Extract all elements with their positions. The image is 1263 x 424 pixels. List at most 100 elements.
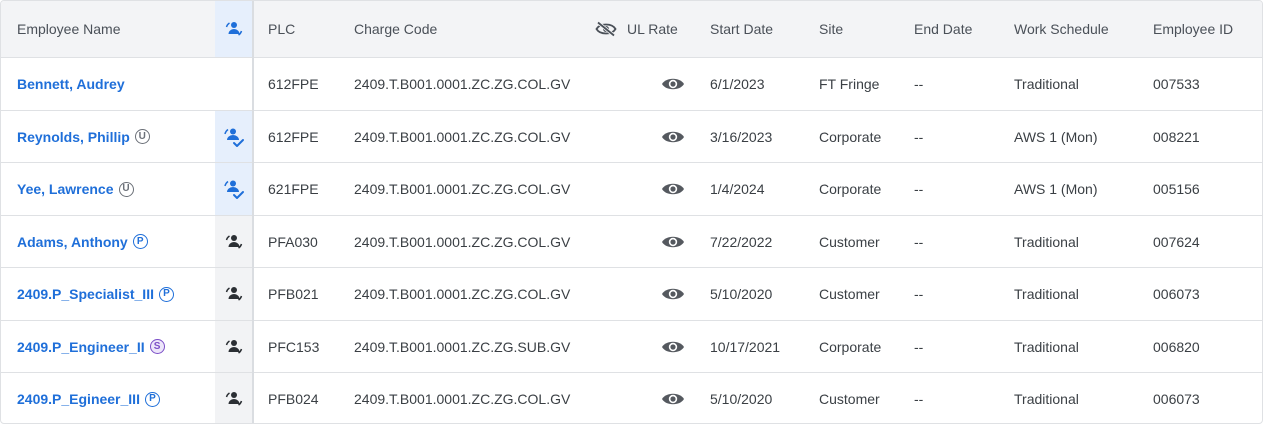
employee-name-cell: 2409.P_Specialist_III P bbox=[17, 268, 174, 320]
plc-cell: PFA030 bbox=[268, 233, 318, 250]
plc-cell: 621FPE bbox=[268, 181, 319, 197]
header-row: Employee Name PLC Charge Code UL Rate St… bbox=[1, 1, 1262, 58]
eye-icon[interactable] bbox=[661, 391, 685, 407]
eye-icon[interactable] bbox=[661, 234, 685, 250]
employee-grid: Employee Name PLC Charge Code UL Rate St… bbox=[0, 0, 1263, 424]
ul-rate-cell bbox=[595, 321, 685, 372]
person-check-icon[interactable] bbox=[223, 126, 245, 148]
header-start-date[interactable]: Start Date bbox=[710, 1, 773, 57]
eye-icon[interactable] bbox=[661, 129, 685, 145]
header-plc[interactable]: PLC bbox=[268, 1, 295, 57]
employee-id-cell: 006073 bbox=[1153, 286, 1200, 302]
header-end-date[interactable]: End Date bbox=[914, 1, 972, 57]
pinned-column-divider bbox=[252, 1, 254, 423]
table-row[interactable]: 2409.P_Engineer_II S PFC153 2409.T.B001.0… bbox=[1, 321, 1262, 373]
person-swap-icon[interactable] bbox=[224, 337, 244, 357]
header-ul-rate[interactable]: UL Rate bbox=[595, 1, 678, 57]
assign-cell[interactable] bbox=[215, 216, 252, 267]
end-date-cell: -- bbox=[914, 233, 924, 250]
status-badge: P bbox=[132, 234, 148, 249]
ul-rate-cell bbox=[595, 373, 685, 423]
assign-cell[interactable] bbox=[215, 321, 252, 372]
employee-id-cell: 005156 bbox=[1153, 181, 1200, 197]
work-schedule-cell: Traditional bbox=[1014, 233, 1079, 250]
employee-name-link[interactable]: 2409.P_Egineer_III bbox=[17, 391, 140, 407]
status-badge: U bbox=[118, 181, 134, 197]
ul-rate-cell bbox=[595, 163, 685, 215]
site-cell: Customer bbox=[819, 391, 880, 407]
assign-cell[interactable] bbox=[215, 163, 252, 215]
plc-cell: 612FPE bbox=[268, 76, 319, 92]
employee-name-link[interactable]: Adams, Anthony bbox=[17, 234, 128, 250]
charge-code-cell: 2409.T.B001.0001.ZC.ZG.SUB.GV bbox=[354, 338, 571, 355]
plc-cell: 612FPE bbox=[268, 128, 319, 145]
site-cell: Corporate bbox=[819, 338, 882, 355]
plc-cell: PFB021 bbox=[268, 286, 319, 302]
status-badge: U bbox=[134, 129, 150, 144]
charge-code-cell: 2409.T.B001.0001.ZC.ZG.COL.GV bbox=[354, 76, 571, 92]
ul-rate-cell bbox=[595, 268, 685, 320]
person-swap-icon[interactable] bbox=[224, 389, 244, 409]
table-row[interactable]: 2409.P_Egineer_III P PFB024 2409.T.B001.0… bbox=[1, 373, 1262, 423]
header-ul-rate-label: UL Rate bbox=[627, 21, 678, 37]
table-row[interactable]: 2409.P_Specialist_III P PFB021 2409.T.B00… bbox=[1, 268, 1262, 321]
person-swap-icon[interactable] bbox=[224, 232, 244, 252]
eye-icon[interactable] bbox=[661, 76, 685, 92]
site-cell: Corporate bbox=[819, 128, 882, 145]
person-swap-icon[interactable] bbox=[224, 284, 244, 304]
employee-name-link[interactable]: 2409.P_Engineer_II bbox=[17, 339, 145, 355]
table-row[interactable]: Adams, Anthony P PFA030 2409.T.B001.0001.… bbox=[1, 216, 1262, 268]
plc-cell: PFC153 bbox=[268, 338, 320, 355]
employee-id-cell: 006820 bbox=[1153, 338, 1200, 355]
plc-cell: PFB024 bbox=[268, 391, 319, 407]
employee-name-link[interactable]: Bennett, Audrey bbox=[17, 76, 125, 92]
eye-icon[interactable] bbox=[661, 339, 685, 355]
assign-cell[interactable] bbox=[215, 373, 252, 423]
employee-name-cell: Adams, Anthony P bbox=[17, 216, 148, 267]
table-row[interactable]: Reynolds, Phillip U 612FPE 2409.T.B001.00… bbox=[1, 111, 1262, 163]
table-row[interactable]: Bennett, Audrey 612FPE 2409.T.B001.0001.… bbox=[1, 58, 1262, 111]
start-date-cell: 5/10/2020 bbox=[710, 286, 773, 302]
charge-code-cell: 2409.T.B001.0001.ZC.ZG.COL.GV bbox=[354, 391, 571, 407]
status-badge: S bbox=[149, 339, 165, 354]
ul-rate-cell bbox=[595, 216, 685, 267]
employee-id-cell: 007533 bbox=[1153, 76, 1200, 92]
header-employee-id[interactable]: Employee ID bbox=[1153, 1, 1233, 57]
eye-off-icon[interactable] bbox=[595, 21, 617, 37]
work-schedule-cell: Traditional bbox=[1014, 391, 1079, 407]
employee-name-link[interactable]: Reynolds, Phillip bbox=[17, 129, 130, 145]
status-badge: P bbox=[158, 286, 174, 302]
charge-code-cell: 2409.T.B001.0001.ZC.ZG.COL.GV bbox=[354, 128, 571, 145]
employee-name-cell: 2409.P_Engineer_II S bbox=[17, 321, 165, 372]
charge-code-cell: 2409.T.B001.0001.ZC.ZG.COL.GV bbox=[354, 181, 571, 197]
work-schedule-cell: AWS 1 (Mon) bbox=[1014, 181, 1098, 197]
header-work-schedule[interactable]: Work Schedule bbox=[1014, 1, 1109, 57]
start-date-cell: 5/10/2020 bbox=[710, 391, 773, 407]
work-schedule-cell: Traditional bbox=[1014, 286, 1079, 302]
employee-name-cell: Yee, Lawrence U bbox=[17, 163, 134, 215]
employee-name-link[interactable]: 2409.P_Specialist_III bbox=[17, 286, 154, 302]
work-schedule-cell: AWS 1 (Mon) bbox=[1014, 128, 1098, 145]
header-site[interactable]: Site bbox=[819, 1, 843, 57]
employee-name-cell: 2409.P_Egineer_III P bbox=[17, 373, 160, 423]
charge-code-cell: 2409.T.B001.0001.ZC.ZG.COL.GV bbox=[354, 286, 571, 302]
start-date-cell: 6/1/2023 bbox=[710, 76, 765, 92]
end-date-cell: -- bbox=[914, 128, 924, 145]
employee-name-link[interactable]: Yee, Lawrence bbox=[17, 181, 114, 197]
header-charge-code[interactable]: Charge Code bbox=[354, 1, 437, 57]
eye-icon[interactable] bbox=[661, 286, 685, 302]
header-employee-name[interactable]: Employee Name bbox=[17, 1, 121, 57]
header-assign-toggle[interactable] bbox=[215, 1, 252, 57]
status-badge: P bbox=[144, 391, 160, 407]
end-date-cell: -- bbox=[914, 391, 924, 407]
person-check-icon[interactable] bbox=[223, 178, 245, 200]
table-row[interactable]: Yee, Lawrence U 621FPE 2409.T.B001.0001.Z… bbox=[1, 163, 1262, 216]
site-cell: Corporate bbox=[819, 181, 882, 197]
assign-cell[interactable] bbox=[215, 268, 252, 320]
end-date-cell: -- bbox=[914, 76, 924, 92]
eye-icon[interactable] bbox=[661, 181, 685, 197]
start-date-cell: 1/4/2024 bbox=[710, 181, 765, 197]
assign-cell[interactable] bbox=[215, 111, 252, 162]
employee-name-cell: Bennett, Audrey bbox=[17, 58, 125, 110]
person-swap-icon bbox=[225, 22, 242, 36]
